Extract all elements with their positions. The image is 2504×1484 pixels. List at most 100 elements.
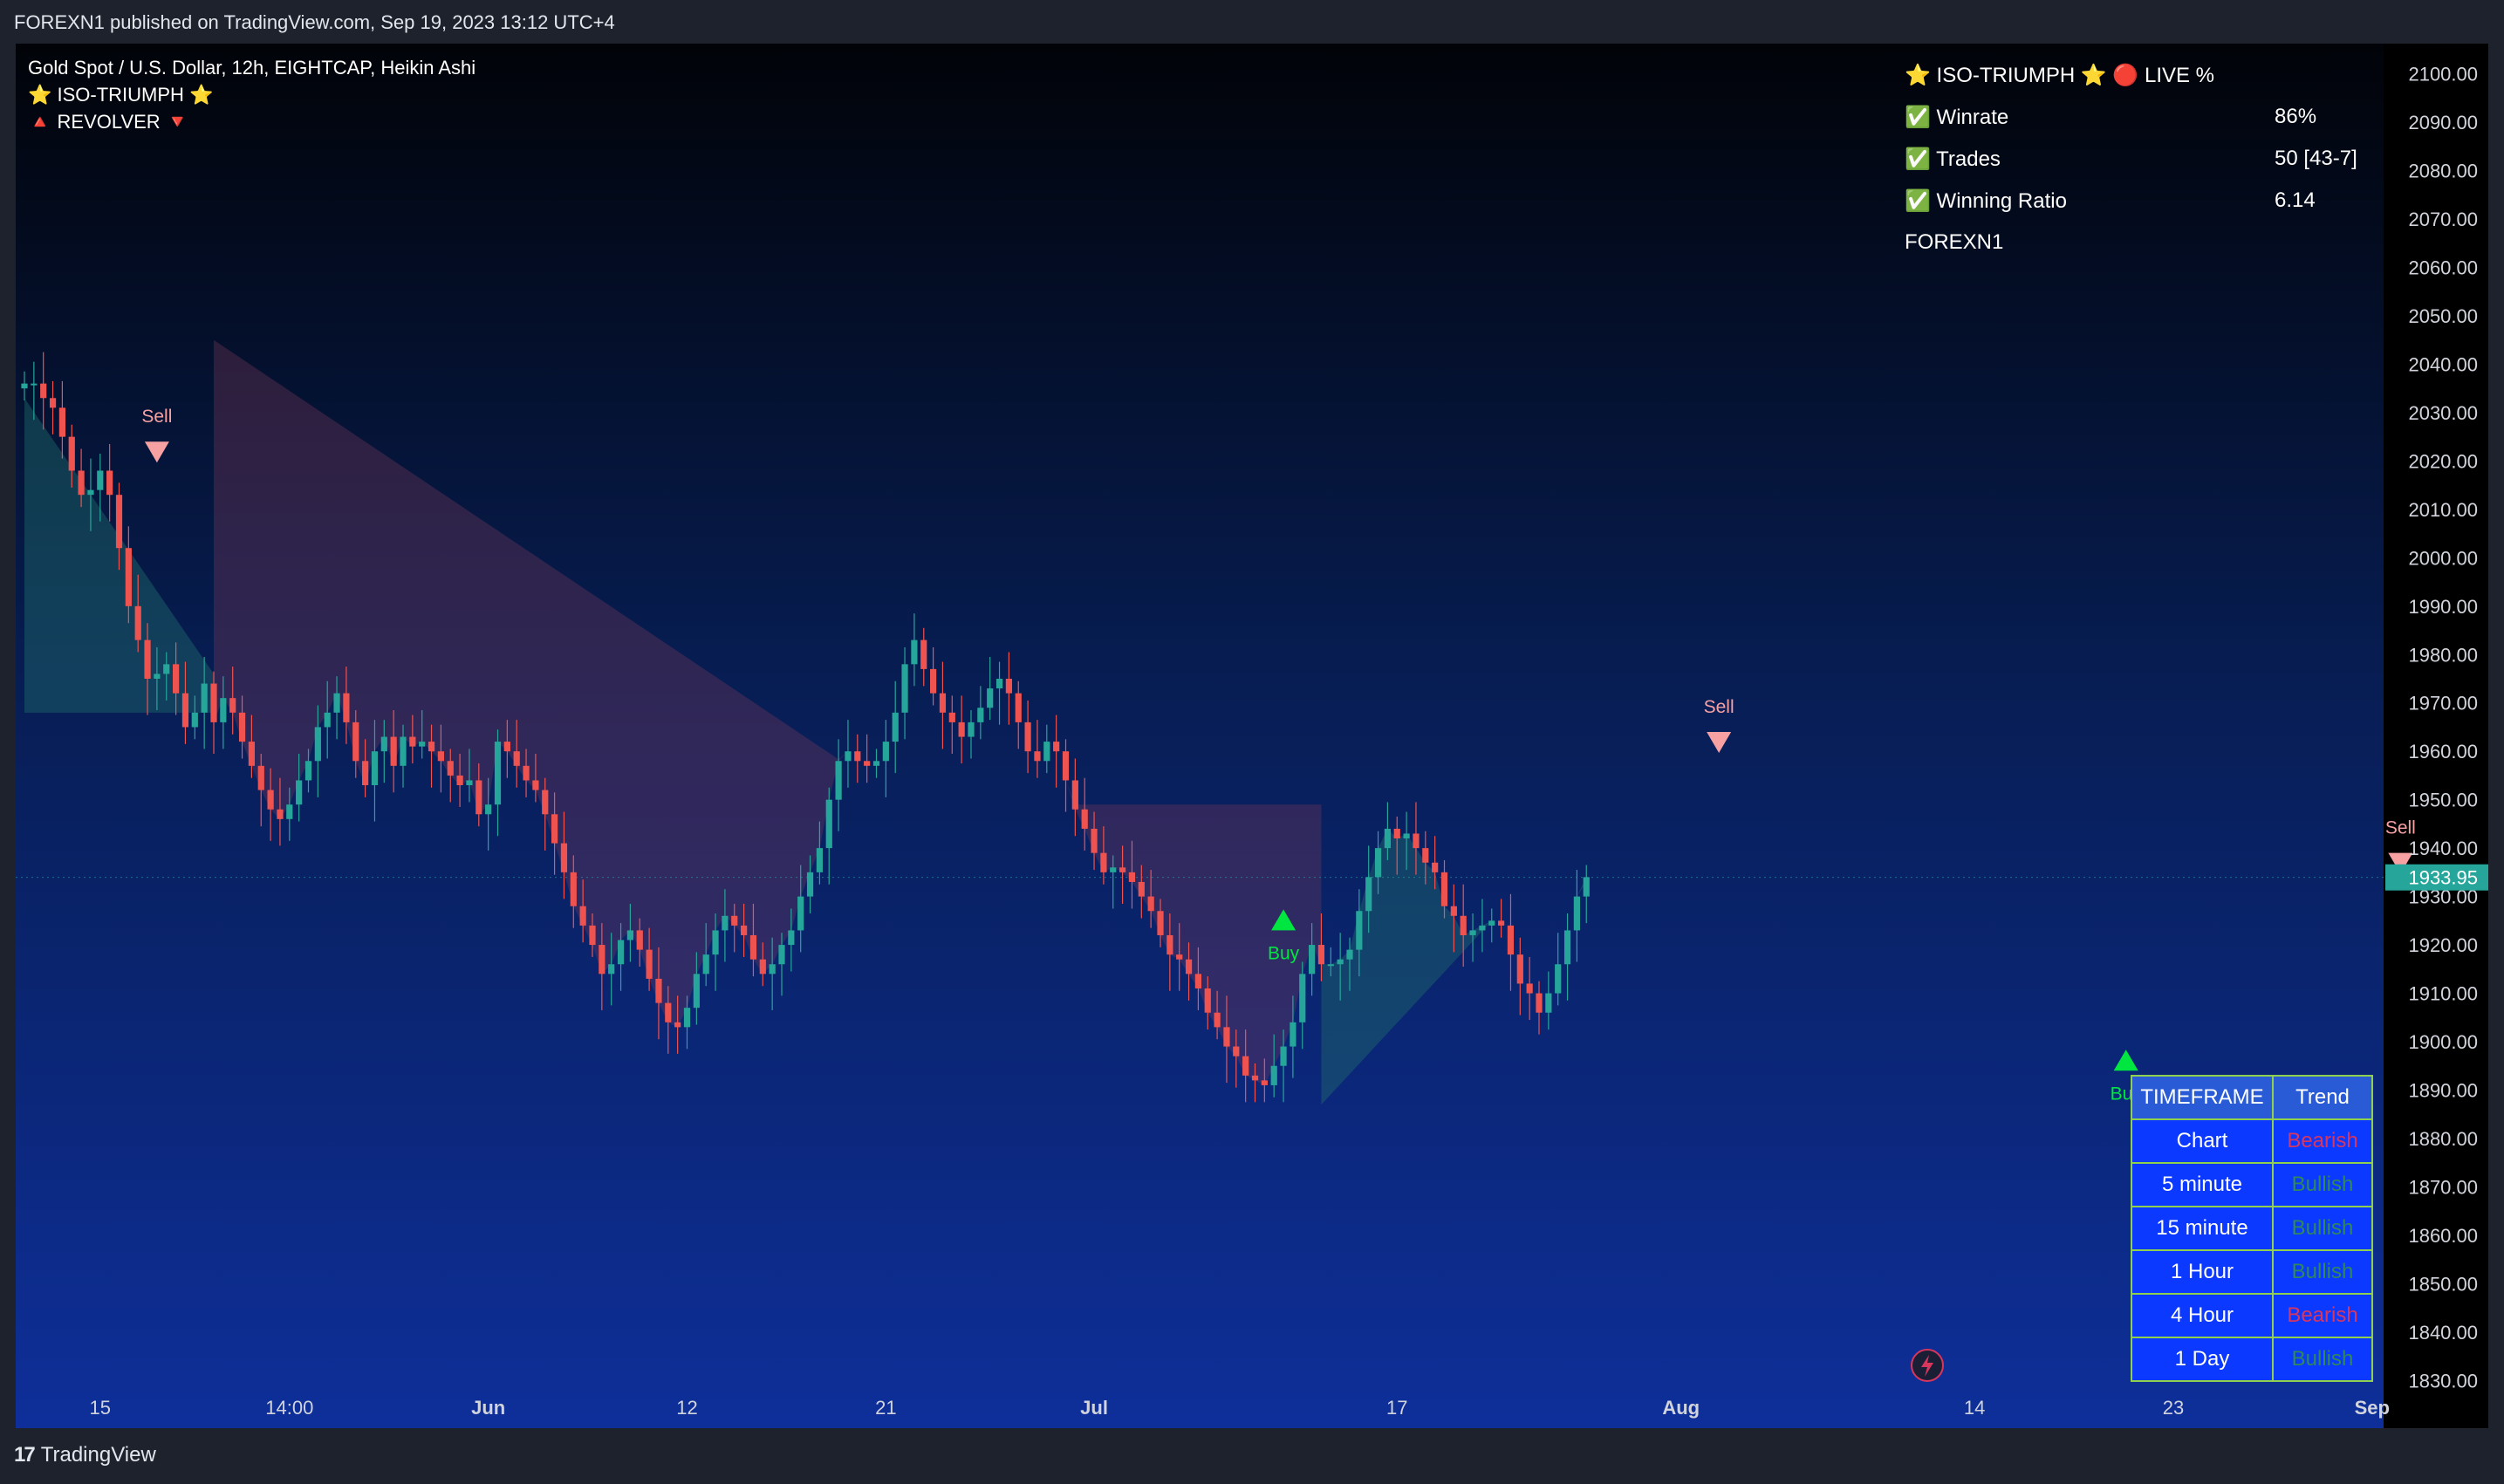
candle-body <box>1440 872 1448 906</box>
candle-body <box>362 761 369 786</box>
candle-body <box>1469 930 1476 935</box>
publish-info: FOREXN1 published on TradingView.com, Se… <box>14 11 615 33</box>
candle-body <box>296 780 303 805</box>
brand-label: TradingView <box>40 1443 156 1467</box>
candle-body <box>683 1008 691 1028</box>
candle-body <box>1062 751 1070 781</box>
candle-body <box>163 664 170 674</box>
stats-row-winning-ratio: ✅ Winning Ratio 6.14 <box>1905 188 2316 230</box>
candle-body <box>1460 915 1467 935</box>
candle-body <box>419 742 426 747</box>
candle-body <box>1251 1075 1259 1081</box>
candle-body <box>579 906 586 926</box>
stats-value: 50 [43-7] <box>2275 147 2357 170</box>
candle-body <box>181 693 189 728</box>
candle-body <box>731 915 738 926</box>
chart-pane[interactable]: Sell Buy Sell Buy Sell 2100.00 2090.00 2080.00 2… <box>16 44 2488 1428</box>
candle-body <box>958 721 965 737</box>
sell-signal-label: Sell <box>141 407 172 427</box>
stats-label: ✅ Winrate <box>1905 106 2009 129</box>
trend-header: Trend <box>2272 1075 2373 1120</box>
candle-body <box>428 742 435 752</box>
candle-body <box>447 761 454 776</box>
candle-body <box>769 964 776 975</box>
candle-body <box>825 799 832 849</box>
time-tick-label: 23 <box>2163 1397 2184 1419</box>
candle-body <box>939 693 947 713</box>
bottom-bar: 17 TradingView <box>0 1431 2504 1484</box>
candle-body <box>87 489 94 496</box>
price-tick-label: 2060.00 <box>2408 257 2478 279</box>
time-tick-label: 17 <box>1386 1397 1407 1419</box>
candle-body <box>352 721 359 762</box>
candle-body <box>797 896 804 931</box>
candle-body <box>778 945 785 965</box>
candle-body <box>115 495 123 549</box>
trend-cell: Bearish <box>2272 1118 2373 1164</box>
candle-body <box>1100 852 1107 872</box>
candle-body <box>513 751 520 766</box>
candle-body <box>40 383 47 399</box>
trend-cell: Bullish <box>2272 1337 2373 1382</box>
time-tick-label: 21 <box>875 1397 896 1419</box>
candle-body <box>636 930 643 950</box>
candle-body <box>977 708 984 722</box>
candle-body <box>1327 964 1334 967</box>
price-tick-label: 2020.00 <box>2408 450 2478 472</box>
candle-body <box>97 470 104 490</box>
price-tick-label: 2010.00 <box>2408 499 2478 521</box>
candle-body <box>835 761 842 800</box>
candle-body <box>948 712 955 722</box>
candle-body <box>930 668 937 694</box>
indicator-iso-triumph[interactable]: ⭐ ISO-TRIUMPH ⭐ <box>28 81 475 108</box>
candle-body <box>882 742 889 762</box>
timeframe-header: TIMEFRAME <box>2131 1075 2274 1120</box>
candle-body <box>1043 742 1050 762</box>
stats-value: 86% <box>2275 105 2317 128</box>
price-tick-label: 2100.00 <box>2408 64 2478 85</box>
candle-body <box>409 736 416 747</box>
price-tick-label: 1950.00 <box>2408 790 2478 811</box>
candle-body <box>1034 751 1041 762</box>
price-tick-label: 1870.00 <box>2408 1176 2478 1198</box>
candle-body <box>712 930 719 955</box>
candle-body <box>333 693 340 713</box>
candle-body <box>400 736 407 766</box>
candle-body <box>1233 1046 1240 1057</box>
candle-body <box>1081 809 1088 829</box>
candle-body <box>437 751 444 762</box>
candle-body <box>390 736 397 766</box>
trend-table: TIMEFRAME Trend Chart Bearish 5 minute Bul… <box>2131 1075 2373 1382</box>
candle-body <box>1309 945 1316 975</box>
candle-body <box>617 940 625 965</box>
candle-body <box>1479 925 1486 931</box>
candle-body <box>1583 877 1590 897</box>
candle-body <box>248 742 255 766</box>
time-tick-label: 14:00 <box>265 1397 313 1419</box>
candle-body <box>314 727 321 762</box>
candle-body <box>1413 833 1420 849</box>
candle-body <box>1091 828 1098 853</box>
candle-body <box>173 664 180 694</box>
stats-title: ⭐ ISO-TRIUMPH ⭐ 🔴 LIVE % <box>1905 64 2215 87</box>
price-tick-label: 1840.00 <box>2408 1322 2478 1344</box>
candle-body <box>1204 988 1211 1013</box>
sell-signal-label: Sell <box>2385 818 2416 838</box>
price-tick-label: 1920.00 <box>2408 934 2478 956</box>
candle-body <box>21 383 28 389</box>
price-tick-label: 2040.00 <box>2408 353 2478 375</box>
tradingview-brand[interactable]: 17 TradingView <box>14 1443 156 1467</box>
candle-body <box>1214 1012 1221 1028</box>
candle-body <box>154 674 161 679</box>
indicator-revolver[interactable]: 🔺 REVOLVER 🔻 <box>28 108 475 135</box>
candle-body <box>901 664 908 713</box>
candle-body <box>343 693 350 722</box>
candle-body <box>1053 742 1060 752</box>
candle-body <box>693 974 700 1009</box>
timeframe-cell: 1 Day <box>2131 1337 2274 1382</box>
candle-body <box>532 780 539 790</box>
symbol-title[interactable]: Gold Spot / U.S. Dollar, 12h, EIGHTCAP, … <box>28 54 475 81</box>
stats-label: ✅ Trades <box>1905 147 2001 171</box>
price-tick-label: 1990.00 <box>2408 596 2478 618</box>
price-tick-label: 2080.00 <box>2408 161 2478 182</box>
